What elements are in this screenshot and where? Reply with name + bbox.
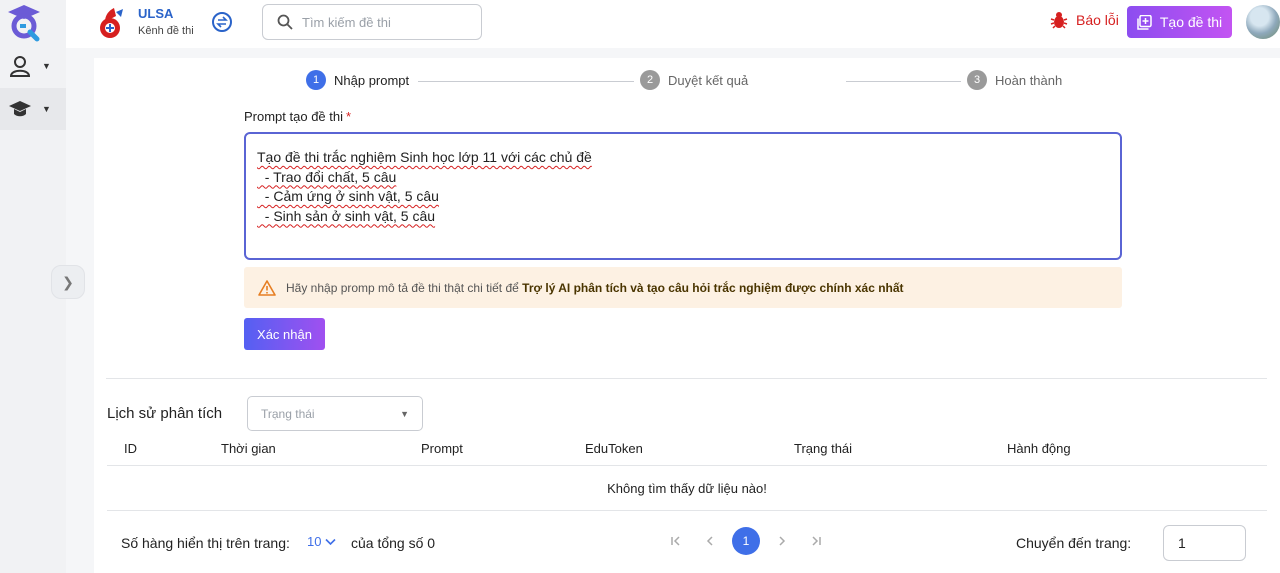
ulsa-logo-icon[interactable] (96, 6, 126, 40)
prompt-line: Tạo đề thi trắc nghiệm Sinh học lớp 11 v… (257, 149, 592, 165)
main-card: 1 Nhập prompt 2 Duyệt kết quả 3 Hoàn thà… (94, 58, 1280, 573)
add-box-icon (1137, 14, 1152, 30)
pager: 1 (664, 527, 828, 555)
status-filter-select[interactable]: Trạng thái ▼ (247, 396, 423, 431)
goto-page-input[interactable] (1163, 525, 1246, 561)
step-2: 2 Duyệt kết quả (634, 70, 755, 90)
step-3: 3 Hoàn thành (961, 70, 1069, 90)
caret-down-icon: ▼ (42, 61, 51, 71)
graduation-cap-icon (9, 101, 31, 117)
warning-alert: Hãy nhập promp mô tả đề thi thật chi tiế… (244, 267, 1122, 308)
user-icon (9, 56, 31, 77)
prev-page-button[interactable] (698, 527, 722, 555)
prompt-line: - Cảm ứng ở sinh vật, 5 câu (257, 188, 439, 204)
brand-subtitle: Kênh đề thi (138, 25, 194, 37)
report-bug-button[interactable]: Báo lỗi (1050, 11, 1119, 29)
caret-down-icon: ▼ (400, 408, 409, 419)
rail-courses-menu[interactable]: ▼ (0, 89, 66, 129)
search-icon (277, 14, 293, 30)
next-page-button[interactable] (770, 527, 794, 555)
table-header: ID Thời gian Prompt EduToken Trạng thái … (107, 433, 1267, 466)
rows-per-page-select[interactable]: 10 (307, 534, 337, 549)
divider (106, 378, 1267, 379)
top-bar: ULSA Kênh đề thi Báo lỗi Tạo đề thi (66, 0, 1280, 48)
column-header[interactable]: EduToken (585, 441, 643, 456)
rows-per-page-label: Số hàng hiển thị trên trang: (121, 535, 290, 551)
total-count: của tổng số 0 (351, 535, 436, 551)
column-header[interactable]: ID (124, 441, 137, 456)
chevron-left-icon (706, 536, 713, 546)
app-logo-icon[interactable] (4, 2, 44, 42)
empty-table-message: Không tìm thấy dữ liệu nào! (107, 466, 1267, 511)
expand-sidebar-button[interactable]: ❯ (51, 265, 85, 299)
prompt-label: Prompt tạo đề thi * (244, 109, 352, 124)
search-input[interactable] (302, 14, 472, 30)
report-label: Báo lỗi (1076, 12, 1119, 28)
goto-page-label: Chuyển đến trang: (1016, 535, 1132, 551)
first-page-icon (671, 536, 680, 546)
column-header[interactable]: Hành động (1007, 441, 1071, 456)
step-1: 1 Nhập prompt (306, 70, 416, 90)
history-title: Lịch sử phân tích (107, 405, 223, 422)
chevron-right-icon: ❯ (62, 273, 74, 290)
prompt-line: - Sinh sản ở sinh vật, 5 câu (257, 207, 436, 224)
column-header[interactable]: Thời gian (221, 441, 276, 456)
search-box[interactable] (262, 4, 482, 40)
avatar[interactable] (1246, 5, 1280, 39)
create-exam-button[interactable]: Tạo đề thi (1127, 6, 1232, 38)
warning-icon (258, 279, 276, 296)
pagination-bar: Số hàng hiển thị trên trang: 10 của tổng… (94, 511, 1280, 573)
rail-user-menu[interactable]: ▼ (0, 46, 66, 86)
prompt-line: - Trao đổi chất, 5 câu (257, 168, 397, 185)
column-header[interactable]: Prompt (421, 441, 463, 456)
warning-text: Hãy nhập promp mô tả đề thi thật chi tiế… (286, 280, 904, 295)
caret-down-icon: ▼ (42, 104, 51, 114)
create-exam-label: Tạo đề thi (1159, 14, 1223, 30)
first-page-button[interactable] (664, 527, 688, 555)
column-header[interactable]: Trạng thái (794, 441, 852, 456)
confirm-button[interactable]: Xác nhận (244, 318, 325, 350)
chevron-right-icon (779, 536, 786, 546)
bug-icon (1050, 12, 1068, 29)
switch-channel-icon[interactable] (211, 11, 233, 33)
stepper: 1 Nhập prompt 2 Duyệt kết quả 3 Hoàn thà… (306, 70, 1076, 94)
last-page-icon (812, 536, 821, 546)
chevron-down-icon (325, 538, 337, 545)
last-page-button[interactable] (804, 527, 828, 555)
prompt-textarea[interactable]: Tạo đề thi trắc nghiệm Sinh học lớp 11 v… (244, 132, 1122, 260)
page-button-current[interactable]: 1 (732, 527, 760, 555)
brand-title: ULSA (138, 6, 174, 21)
